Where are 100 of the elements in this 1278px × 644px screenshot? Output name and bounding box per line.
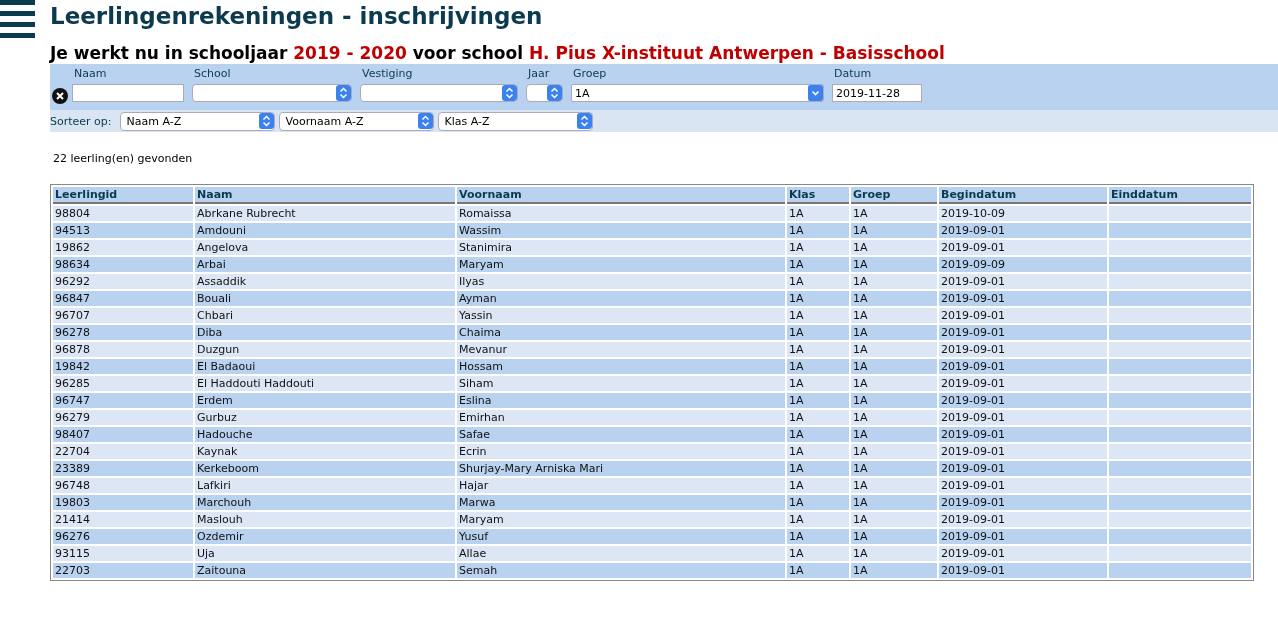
table-cell: Duzgun bbox=[195, 342, 455, 357]
table-cell: 1A bbox=[787, 359, 849, 374]
table-cell: 2019-10-09 bbox=[939, 206, 1107, 221]
table-cell: Siham bbox=[457, 376, 785, 391]
table-cell: 1A bbox=[787, 427, 849, 442]
table-cell: 96878 bbox=[53, 342, 193, 357]
table-cell: 23389 bbox=[53, 461, 193, 476]
sort-label: Sorteer op: bbox=[50, 114, 112, 128]
table-cell: 1A bbox=[851, 274, 937, 289]
filter-label: School bbox=[193, 66, 232, 82]
menu-icon[interactable] bbox=[0, 0, 35, 38]
table-cell: 96279 bbox=[53, 410, 193, 425]
table-cell: 1A bbox=[787, 342, 849, 357]
table-cell: 2019-09-01 bbox=[939, 529, 1107, 544]
chevron-down-icon bbox=[808, 85, 823, 101]
filter-label: Jaar bbox=[526, 66, 551, 82]
table-cell: 1A bbox=[851, 512, 937, 527]
table-cell: 2019-09-01 bbox=[939, 223, 1107, 238]
dropdown-field[interactable]: 1A bbox=[571, 84, 824, 102]
table-cell: 96748 bbox=[53, 478, 193, 493]
table-cell: 1A bbox=[851, 359, 937, 374]
table-cell: 1A bbox=[851, 342, 937, 357]
table-cell: 1A bbox=[787, 529, 849, 544]
table-cell: 96278 bbox=[53, 325, 193, 340]
column-header: Leerlingid bbox=[53, 187, 193, 204]
table-cell: 2019-09-01 bbox=[939, 461, 1107, 476]
up-down-arrows-icon bbox=[336, 85, 351, 101]
table-cell: 2019-09-01 bbox=[939, 393, 1107, 408]
table-cell: 93115 bbox=[53, 546, 193, 561]
table-cell: 1A bbox=[787, 206, 849, 221]
table-cell: Yusuf bbox=[457, 529, 785, 544]
sort-select[interactable]: Voornaam A-Z bbox=[278, 111, 434, 131]
table-cell: 1A bbox=[851, 444, 937, 459]
table-cell: 98407 bbox=[53, 427, 193, 442]
table-cell: 1A bbox=[787, 563, 849, 578]
table-cell: Ozdemir bbox=[195, 529, 455, 544]
filter-label: Naam bbox=[73, 66, 108, 82]
select-field[interactable] bbox=[360, 84, 518, 102]
table-cell: 2019-09-01 bbox=[939, 359, 1107, 374]
table-cell: Stanimira bbox=[457, 240, 785, 255]
table-cell: 1A bbox=[851, 291, 937, 306]
table-cell: 2019-09-01 bbox=[939, 308, 1107, 323]
table-cell: El Haddouti Haddouti bbox=[195, 376, 455, 391]
table-cell: El Badaoui bbox=[195, 359, 455, 374]
table-cell: 1A bbox=[787, 546, 849, 561]
table-cell: 96707 bbox=[53, 308, 193, 323]
table-cell: 22704 bbox=[53, 444, 193, 459]
table-cell: Ayman bbox=[457, 291, 785, 306]
up-down-arrows-icon bbox=[502, 85, 517, 101]
table-cell: Semah bbox=[457, 563, 785, 578]
select-field[interactable] bbox=[192, 84, 352, 102]
table-cell: 1A bbox=[787, 291, 849, 306]
table-cell: 1A bbox=[851, 529, 937, 544]
table-cell: 1A bbox=[787, 478, 849, 493]
school-year-text: Je werkt nu in schooljaar 2019 - 2020 voor school H. Pius X-instituut Antwerpen - Basisschool bbox=[50, 42, 946, 64]
table-cell: Romaissa bbox=[457, 206, 785, 221]
table-cell: 21414 bbox=[53, 512, 193, 527]
table-cell: 19862 bbox=[53, 240, 193, 255]
table-cell: 96292 bbox=[53, 274, 193, 289]
table-cell: 1A bbox=[851, 546, 937, 561]
table-cell: 1A bbox=[787, 495, 849, 510]
table-cell: Allae bbox=[457, 546, 785, 561]
table-cell: 1A bbox=[787, 376, 849, 391]
table-cell: 1A bbox=[851, 325, 937, 340]
table-cell: Kerkeboom bbox=[195, 461, 455, 476]
table-cell: Assaddik bbox=[195, 274, 455, 289]
table-cell: 2019-09-01 bbox=[939, 546, 1107, 561]
table-cell: 1A bbox=[787, 410, 849, 425]
table-cell: 1A bbox=[851, 206, 937, 221]
table-cell: 1A bbox=[851, 495, 937, 510]
sort-select[interactable]: Naam A-Z bbox=[119, 111, 275, 131]
up-down-arrows-icon bbox=[417, 113, 433, 129]
select-field[interactable] bbox=[526, 84, 563, 102]
name-input-field[interactable] bbox=[72, 84, 184, 102]
table-cell: 1A bbox=[787, 325, 849, 340]
table-cell: Diba bbox=[195, 325, 455, 340]
column-header: Begindatum bbox=[939, 187, 1107, 204]
table-cell: Maryam bbox=[457, 512, 785, 527]
column-header: Voornaam bbox=[457, 187, 785, 204]
table-cell: 1A bbox=[851, 308, 937, 323]
table-cell: 1A bbox=[787, 461, 849, 476]
table-cell: Lafkiri bbox=[195, 478, 455, 493]
table-cell: 96285 bbox=[53, 376, 193, 391]
column-header: Einddatum bbox=[1109, 187, 1251, 204]
table-cell: 96847 bbox=[53, 291, 193, 306]
result-count: 22 leerling(en) gevonden bbox=[53, 152, 194, 166]
clear-icon[interactable] bbox=[52, 88, 68, 104]
table-cell: 2019-09-01 bbox=[939, 274, 1107, 289]
table-cell: 2019-09-01 bbox=[939, 240, 1107, 255]
table-cell: 2019-09-01 bbox=[939, 478, 1107, 493]
sort-select[interactable]: Klas A-Z bbox=[437, 111, 593, 131]
table-cell: 1A bbox=[851, 257, 937, 272]
table-cell: Kaynak bbox=[195, 444, 455, 459]
filter-label: Groep bbox=[572, 66, 608, 82]
table-cell: 1A bbox=[787, 240, 849, 255]
table-cell: Hossam bbox=[457, 359, 785, 374]
table-cell: Wassim bbox=[457, 223, 785, 238]
table-cell: Emirhan bbox=[457, 410, 785, 425]
table-cell: 1A bbox=[787, 444, 849, 459]
date-input-field[interactable]: 2019-11-28 bbox=[832, 84, 922, 102]
